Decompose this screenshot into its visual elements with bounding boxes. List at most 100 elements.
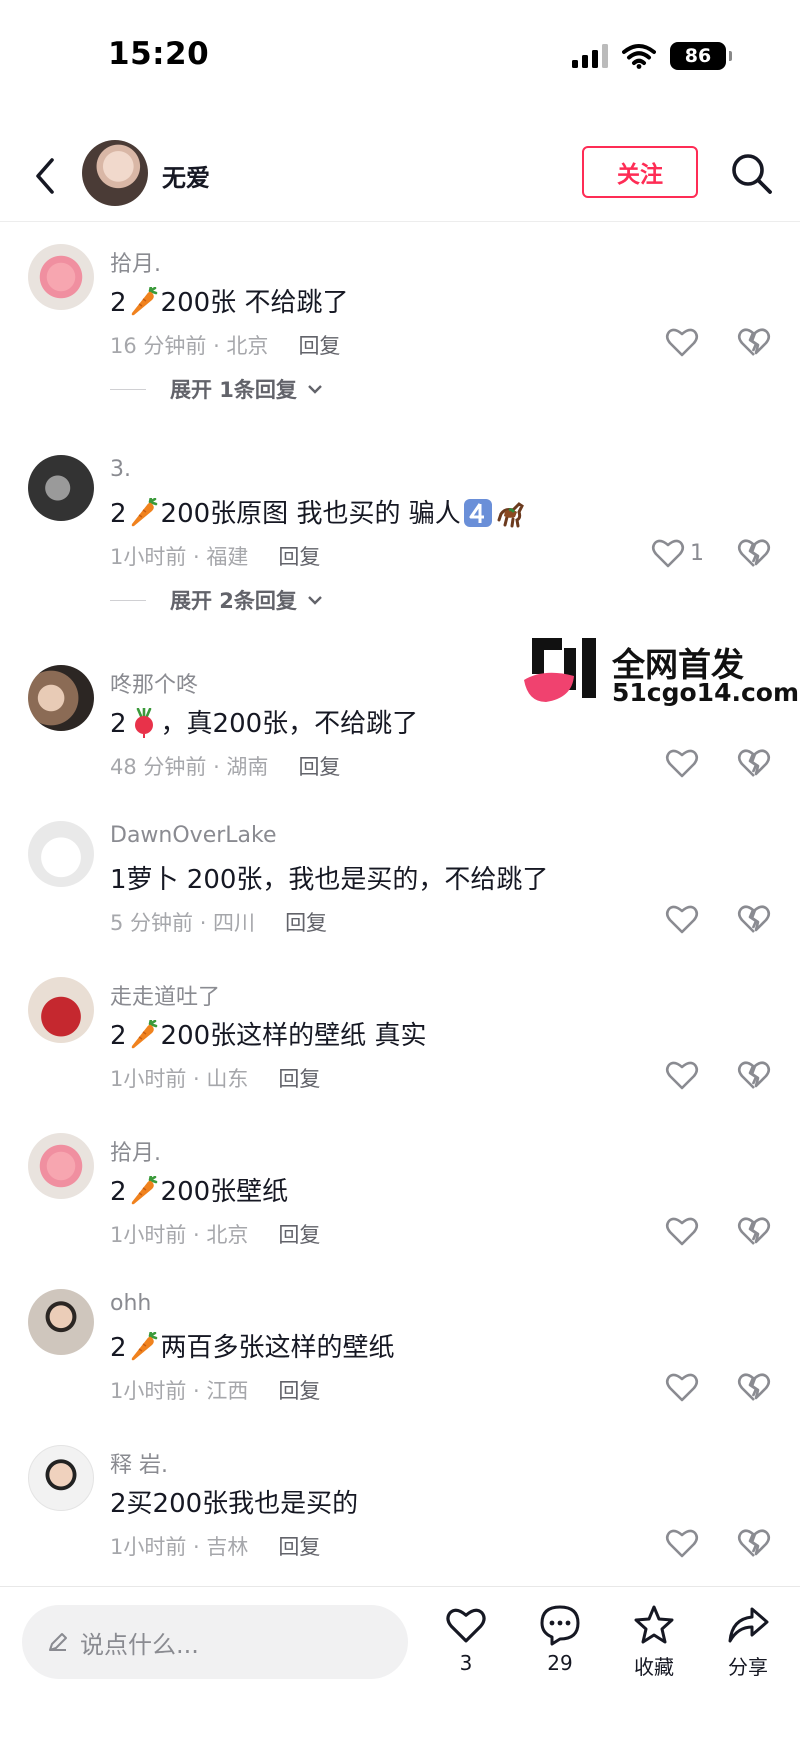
like-button[interactable]: 1 xyxy=(650,535,704,571)
heart-icon xyxy=(446,1608,486,1643)
comment-username[interactable]: 咚那个咚 xyxy=(110,667,198,699)
reply-button[interactable]: 回复 xyxy=(278,1063,320,1093)
battery-indicator: 86 xyxy=(670,42,732,70)
broken-heart-icon xyxy=(736,1369,772,1405)
heart-icon xyxy=(664,745,700,781)
favorite-button[interactable]: 收藏 xyxy=(618,1603,690,1699)
reply-button[interactable]: 回复 xyxy=(278,1219,320,1249)
comment-text-start: 2 xyxy=(110,1333,127,1363)
like-button[interactable] xyxy=(664,901,700,937)
reply-button[interactable]: 回复 xyxy=(285,907,327,937)
author-name[interactable]: 无爱 xyxy=(162,158,210,193)
comment-avatar[interactable] xyxy=(28,244,94,310)
comment-text-start: 2 xyxy=(110,499,127,529)
share-button[interactable]: 分享 xyxy=(712,1603,784,1699)
comments-button[interactable]: 29 xyxy=(524,1603,596,1699)
back-arrow-icon xyxy=(36,158,54,194)
comment-meta: 48 分钟前 · 湖南 回复 xyxy=(110,751,340,781)
dislike-button[interactable] xyxy=(736,324,772,360)
like-button[interactable] xyxy=(664,1525,700,1561)
comment-avatar[interactable] xyxy=(28,821,94,887)
like-button[interactable] xyxy=(664,745,700,781)
status-icons: 86 xyxy=(572,42,732,70)
comment-meta: 1小时前 · 吉林 回复 xyxy=(110,1531,320,1561)
comment-time-location: 1小时前 · 福建 xyxy=(110,545,249,569)
comment-text: 1萝卜 200张，我也是买的，不给跳了 xyxy=(110,865,549,895)
watermark: 全网首发 51cgo14.com xyxy=(524,638,799,712)
author-avatar[interactable] xyxy=(82,140,148,206)
heart-icon xyxy=(664,1057,700,1093)
search-icon xyxy=(732,154,772,194)
back-button[interactable] xyxy=(26,154,66,198)
broken-heart-icon xyxy=(736,324,772,360)
expand-replies-button[interactable]: 展开 2条回复 xyxy=(110,585,323,615)
comment-text: 2买200张我也是买的 xyxy=(110,1489,359,1519)
reply-button[interactable]: 回复 xyxy=(278,541,320,571)
broken-heart-icon xyxy=(736,901,772,937)
heart-icon xyxy=(650,535,686,571)
comment-text-end: 200张 不给跳了 xyxy=(160,288,349,318)
status-bar: 15:20 86 xyxy=(0,0,800,110)
comment-username[interactable]: DawnOverLake xyxy=(110,823,277,848)
favorite-label: 收藏 xyxy=(634,1655,674,1679)
reply-button[interactable]: 回复 xyxy=(278,1531,320,1561)
comment-meta: 5 分钟前 · 四川 回复 xyxy=(110,907,327,937)
comment-time-location: 1小时前 · 山东 xyxy=(110,1067,249,1091)
watermark-logo-icon xyxy=(524,638,596,702)
dislike-button[interactable] xyxy=(736,1369,772,1405)
heart-icon xyxy=(664,1369,700,1405)
dislike-button[interactable] xyxy=(736,745,772,781)
comment-username[interactable]: 走走道吐了 xyxy=(110,979,220,1011)
comment-time-location: 1小时前 · 北京 xyxy=(110,1223,249,1247)
dislike-button[interactable] xyxy=(736,1213,772,1249)
like-button[interactable] xyxy=(664,1369,700,1405)
comment-avatar[interactable] xyxy=(28,455,94,521)
comment-username[interactable]: 3. xyxy=(110,457,131,482)
comment-meta: 1小时前 · 山东 回复 xyxy=(110,1063,320,1093)
like-button[interactable] xyxy=(664,1213,700,1249)
comment-avatar[interactable] xyxy=(28,1133,94,1199)
dislike-button[interactable] xyxy=(736,1057,772,1093)
reply-button[interactable]: 回复 xyxy=(278,1375,320,1405)
broken-heart-icon xyxy=(736,1213,772,1249)
comment-time-location: 16 分钟前 · 北京 xyxy=(110,334,269,358)
comment-header: 无爱 关注 xyxy=(0,130,800,222)
chevron-down-icon xyxy=(308,596,322,605)
comment-avatar[interactable] xyxy=(28,1289,94,1355)
horse-emoji xyxy=(497,502,524,528)
like-button[interactable] xyxy=(664,324,700,360)
follow-button[interactable]: 关注 xyxy=(582,146,698,198)
star-icon xyxy=(634,1605,674,1644)
like-count: 1 xyxy=(690,540,704,566)
reply-button[interactable]: 回复 xyxy=(298,751,340,781)
broken-heart-icon xyxy=(736,1057,772,1093)
comment-username[interactable]: 拾月. xyxy=(110,246,161,278)
expand-replies-button[interactable]: 展开 1条回复 xyxy=(110,374,323,404)
comment-input[interactable]: 说点什么... xyxy=(22,1605,408,1679)
dislike-button[interactable] xyxy=(736,901,772,937)
watermark-url: 51cgo14.com xyxy=(612,678,800,707)
comment-username[interactable]: ohh xyxy=(110,1291,151,1316)
comment-avatar[interactable] xyxy=(28,977,94,1043)
heart-icon xyxy=(664,1525,700,1561)
search-button[interactable] xyxy=(728,150,776,198)
dislike-button[interactable] xyxy=(736,535,772,571)
dislike-button[interactable] xyxy=(736,1525,772,1561)
carrot-emoji xyxy=(129,1020,159,1050)
comment-meta: 1小时前 · 福建 回复 xyxy=(110,541,320,571)
like-button[interactable] xyxy=(664,1057,700,1093)
comment-username[interactable]: 释 岩. xyxy=(110,1447,168,1479)
comment-avatar[interactable] xyxy=(28,1445,94,1511)
like-post-button[interactable]: 3 xyxy=(430,1603,502,1699)
heart-icon xyxy=(664,1213,700,1249)
comment-text-start: 2 xyxy=(110,709,127,739)
comment-time-location: 48 分钟前 · 湖南 xyxy=(110,755,269,779)
share-label: 分享 xyxy=(728,1655,768,1679)
heart-icon xyxy=(664,901,700,937)
comment-text-end: ，真200张，不给跳了 xyxy=(160,709,419,739)
comment-username[interactable]: 拾月. xyxy=(110,1135,161,1167)
comment-text-end: 两百多张这样的壁纸 xyxy=(160,1333,395,1363)
comment-avatar[interactable] xyxy=(28,665,94,731)
reply-button[interactable]: 回复 xyxy=(298,330,340,360)
comment-text: 2 ，真200张，不给跳了 xyxy=(110,703,418,740)
